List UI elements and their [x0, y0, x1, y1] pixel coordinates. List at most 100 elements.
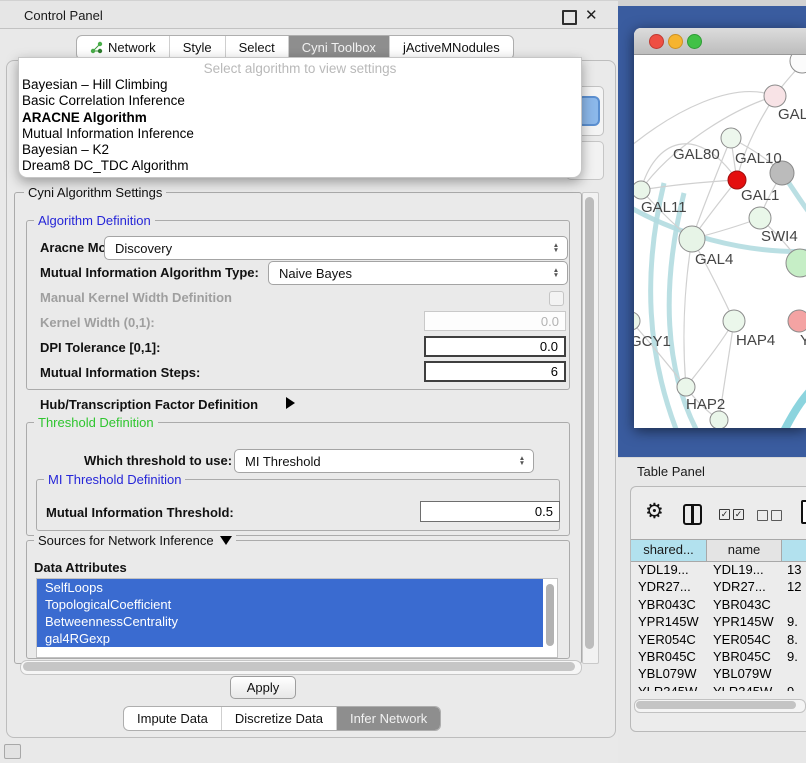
node-label: GAL4 [695, 251, 733, 268]
table-cell: YBR043C [631, 596, 707, 613]
network-canvas[interactable]: GAL80GAL10GAL11GAL1SWI4GAL4GCY1HAP4YHAP2… [634, 55, 806, 428]
algorithm-dropdown-hint: Select algorithm to view settings [19, 58, 581, 77]
close-light[interactable] [649, 34, 664, 49]
table-cell: YBR045C [707, 648, 782, 665]
table-cell: YLR345W [631, 683, 707, 691]
table-row[interactable]: YPR145WYPR145W9. [631, 613, 806, 630]
table-row[interactable]: YBR043CYBR043C [631, 596, 806, 613]
mi-threshold-input[interactable] [420, 501, 560, 522]
dpi-tolerance-input[interactable] [424, 336, 566, 357]
zoom-light[interactable] [687, 34, 702, 49]
table-cell: 9. [782, 613, 806, 630]
tab-cyni-toolbox[interactable]: Cyni Toolbox [288, 36, 389, 59]
settings-vertical-scrollbar[interactable] [582, 192, 599, 664]
attribute-item[interactable]: gal4RGexp [37, 630, 543, 647]
network-node[interactable] [790, 55, 806, 73]
column-header-clipped[interactable]: A [782, 540, 806, 561]
algorithm-option[interactable]: ARACNE Algorithm [19, 110, 581, 126]
mi-steps-label: Mutual Information Steps: [40, 365, 200, 380]
network-edge [634, 92, 775, 150]
table-horizontal-scrollbar[interactable] [634, 699, 806, 713]
table-row[interactable]: YDR27...YDR27...12 [631, 578, 806, 595]
mi-type-select[interactable]: Naive Bayes ▲▼ [268, 261, 568, 285]
table-cell [782, 665, 806, 682]
scrollbar-thumb[interactable] [23, 662, 575, 671]
attribute-item[interactable]: BetweennessCentrality [37, 613, 543, 630]
mi-threshold-title: MI Threshold Definition [44, 472, 185, 487]
network-window-titlebar[interactable] [634, 28, 806, 55]
settings-horizontal-scrollbar[interactable] [20, 660, 582, 675]
split-pane-icon[interactable] [683, 504, 702, 525]
table-row[interactable]: YDL19...YDL19...13 [631, 561, 806, 578]
scrollbar-thumb[interactable] [636, 701, 796, 709]
collapse-arrow-icon [220, 536, 232, 545]
attribute-item[interactable]: TopologicalCoefficient [37, 596, 543, 613]
algorithm-option[interactable]: Basic Correlation Inference [19, 93, 581, 109]
collapsed-panel-icon[interactable] [4, 744, 21, 759]
gear-icon[interactable]: ⚙ [645, 499, 664, 524]
document-icon[interactable] [801, 500, 806, 524]
mi-type-label: Mutual Information Algorithm Type: [40, 265, 259, 280]
network-node[interactable] [710, 411, 728, 428]
checked-box-icon[interactable]: ✓ [733, 509, 744, 520]
tab-select[interactable]: Select [225, 36, 288, 59]
aracne-mode-select[interactable]: Discovery ▲▼ [104, 236, 568, 260]
table-header: shared... name A [631, 539, 806, 562]
tab-impute-data[interactable]: Impute Data [124, 707, 221, 730]
unchecked-box-icon[interactable] [757, 510, 768, 521]
list-scrollbar-thumb[interactable] [546, 584, 554, 646]
network-node[interactable] [749, 207, 771, 229]
mi-steps-input[interactable] [424, 361, 566, 382]
table-row[interactable]: YBL079WYBL079W [631, 665, 806, 682]
tab-style[interactable]: Style [169, 36, 225, 59]
algorithm-option[interactable]: Mutual Information Inference [19, 126, 581, 142]
network-view-window[interactable]: GAL80GAL10GAL11GAL1SWI4GAL4GCY1HAP4YHAP2… [634, 28, 806, 428]
algorithm-option[interactable]: Dream8 DC_TDC Algorithm [19, 158, 581, 174]
algorithm-option[interactable]: Bayesian – Hill Climbing [19, 77, 581, 93]
network-node[interactable] [721, 128, 741, 148]
table-cell: YER054C [707, 631, 782, 648]
float-panel-icon[interactable] [562, 10, 577, 25]
checked-box-icon[interactable]: ✓ [719, 509, 730, 520]
table-cell: 8. [782, 631, 806, 648]
table-row[interactable]: YER054CYER054C8. [631, 631, 806, 648]
network-node[interactable] [788, 310, 806, 332]
network-edge [651, 183, 676, 428]
spinner-arrows-icon: ▲▼ [548, 268, 564, 278]
attribute-item[interactable]: SelfLoops [37, 579, 543, 596]
data-attributes-list[interactable]: SelfLoopsTopologicalCoefficientBetweenne… [36, 578, 558, 658]
network-node[interactable] [634, 181, 650, 199]
dpi-tolerance-label: DPI Tolerance [0,1]: [40, 340, 160, 355]
column-header-shared[interactable]: shared... [631, 540, 707, 561]
unchecked-box-icon[interactable] [771, 510, 782, 521]
which-threshold-select[interactable]: MI Threshold ▲▼ [234, 449, 534, 473]
network-node[interactable] [677, 378, 695, 396]
table-cell [782, 596, 806, 613]
manual-kernel-checkbox[interactable] [549, 291, 564, 306]
node-label: HAP2 [686, 396, 725, 413]
sources-title[interactable]: Sources for Network Inference [34, 533, 236, 548]
network-node[interactable] [634, 312, 640, 330]
tab-network[interactable]: Network [77, 36, 169, 59]
hub-definition-label[interactable]: Hub/Transcription Factor Definition [40, 397, 258, 412]
tab-infer-network[interactable]: Infer Network [336, 707, 440, 730]
table-body: YDL19...YDL19...13YDR27...YDR27...12YBR0… [631, 561, 806, 691]
table-cell: 12 [782, 578, 806, 595]
algorithm-option[interactable]: Bayesian – K2 [19, 142, 581, 158]
node-label: GCY1 [634, 333, 671, 350]
tab-jactivemnodules[interactable]: jActiveMNodules [389, 36, 513, 59]
network-node[interactable] [764, 85, 786, 107]
network-edge [641, 180, 737, 190]
expand-arrow-icon[interactable] [286, 397, 295, 409]
scrollbar-thumb[interactable] [585, 197, 594, 649]
network-node[interactable] [679, 226, 705, 252]
table-row[interactable]: YBR045CYBR045C9. [631, 648, 806, 665]
table-cell: 9. [782, 648, 806, 665]
column-header-name[interactable]: name [707, 540, 782, 561]
apply-button[interactable]: Apply [230, 676, 296, 699]
table-row[interactable]: YLR345WYLR345W9. [631, 683, 806, 691]
close-panel-icon[interactable]: ✕ [585, 6, 598, 24]
network-node[interactable] [723, 310, 745, 332]
tab-discretize-data[interactable]: Discretize Data [221, 707, 336, 730]
minimize-light[interactable] [668, 34, 683, 49]
